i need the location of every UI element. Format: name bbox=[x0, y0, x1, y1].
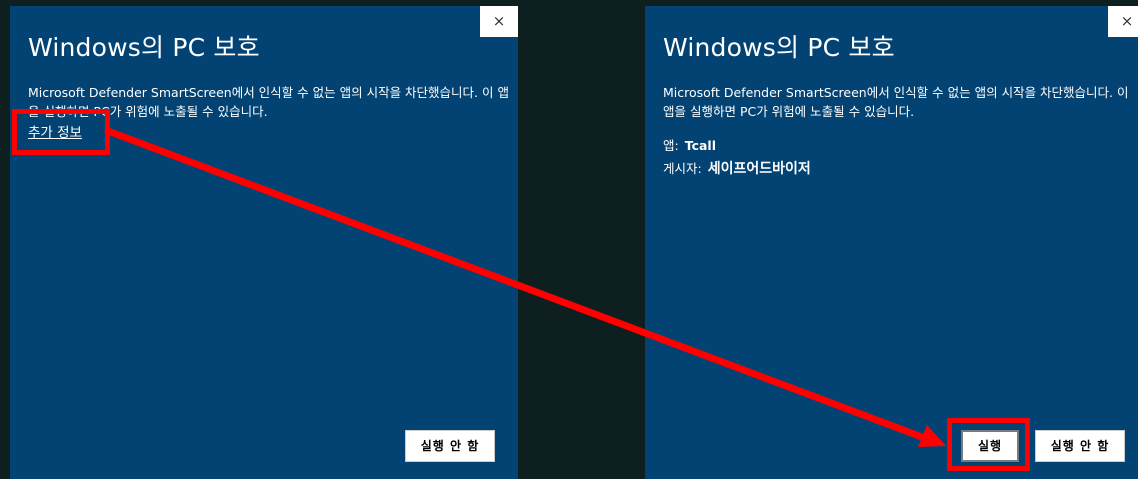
dialog-description: Microsoft Defender SmartScreen에서 인식할 수 없… bbox=[28, 85, 509, 119]
dont-run-button[interactable]: 실행 안 함 bbox=[405, 430, 495, 462]
dialog-title: Windows의 PC 보호 bbox=[28, 33, 260, 62]
run-button[interactable]: 실행 bbox=[961, 430, 1019, 462]
smartscreen-dialog-left: × Windows의 PC 보호 Microsoft Defender Smar… bbox=[10, 6, 518, 479]
publisher-label: 게시자: bbox=[663, 161, 702, 176]
dont-run-button[interactable]: 실행 안 함 bbox=[1035, 430, 1125, 462]
publisher-info-row: 게시자: 세이프어드바이저 bbox=[663, 158, 811, 178]
publisher-name: 세이프어드바이저 bbox=[707, 161, 811, 177]
app-info-row: 앱: Tcall bbox=[663, 135, 716, 154]
close-button[interactable]: × bbox=[480, 6, 518, 37]
dialog-title: Windows의 PC 보호 bbox=[663, 33, 895, 62]
smartscreen-dialog-right: × Windows의 PC 보호 Microsoft Defender Smar… bbox=[645, 6, 1138, 479]
app-label: 앱: bbox=[663, 138, 679, 153]
dialog-description: Microsoft Defender SmartScreen에서 인식할 수 없… bbox=[663, 85, 1129, 119]
close-button[interactable]: × bbox=[1108, 6, 1138, 37]
app-name: Tcall bbox=[684, 138, 716, 153]
more-info-link[interactable]: 추가 정보 bbox=[28, 121, 82, 141]
